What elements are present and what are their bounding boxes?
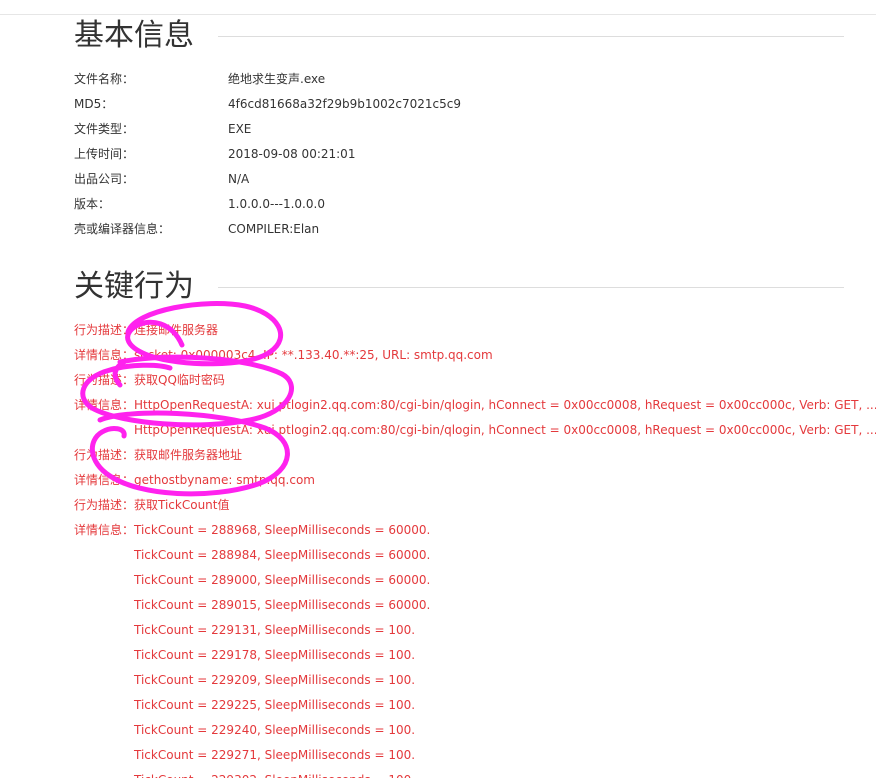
top-divider	[0, 14, 876, 15]
info-label: 壳或编译器信息：	[74, 222, 171, 236]
key-behavior-divider	[218, 287, 844, 288]
behavior-value: TickCount = 289000, SleepMilliseconds = …	[134, 573, 431, 587]
behavior-value: 获取TickCount值	[134, 498, 230, 512]
behavior-value: TickCount = 288968, SleepMilliseconds = …	[134, 523, 431, 537]
info-value: COMPILER:Elan	[228, 222, 320, 236]
basic-info-divider	[218, 36, 844, 37]
behavior-value: TickCount = 229178, SleepMilliseconds = …	[134, 648, 416, 662]
behavior-value: TickCount = 289015, SleepMilliseconds = …	[134, 598, 431, 612]
info-value: 1.0.0.0---1.0.0.0	[228, 197, 325, 211]
behavior-value: gethostbyname: smtp.qq.com	[134, 473, 315, 487]
behavior-label: 行为描述：	[74, 498, 135, 512]
info-value: 2018-09-08 00:21:01	[228, 147, 356, 161]
behavior-value: socket: 0x000003c4, IP: **.133.40.**:25,…	[134, 348, 493, 362]
behavior-label: 详情信息：	[74, 523, 135, 537]
info-value: N/A	[228, 172, 250, 186]
behavior-label: 行为描述：	[74, 373, 135, 387]
behavior-label: 详情信息：	[74, 348, 135, 362]
behavior-value: HttpOpenRequestA: xui.ptlogin2.qq.com:80…	[134, 423, 876, 437]
behavior-value: TickCount = 229240, SleepMilliseconds = …	[134, 723, 416, 737]
info-label: 上传时间：	[74, 147, 135, 161]
basic-info-title: 基本信息	[74, 18, 194, 53]
info-value: 绝地求生变声.exe	[228, 72, 326, 86]
behavior-label: 行为描述：	[74, 448, 135, 462]
info-label: 文件类型：	[74, 122, 135, 136]
info-label: MD5：	[74, 97, 114, 111]
behavior-value: TickCount = 229302, SleepMilliseconds = …	[134, 770, 415, 778]
behavior-value: HttpOpenRequestA: xui.ptlogin2.qq.com:80…	[134, 398, 876, 412]
report-page: 基本信息 文件名称： 绝地求生变声.exe MD5： 4f6cd81668a32…	[0, 0, 876, 778]
behavior-value: TickCount = 288984, SleepMilliseconds = …	[134, 548, 431, 562]
key-behavior-title: 关键行为	[74, 269, 194, 304]
behavior-value: TickCount = 229131, SleepMilliseconds = …	[134, 623, 416, 637]
behavior-label: 详情信息：	[74, 398, 135, 412]
behavior-label: 详情信息：	[74, 473, 135, 487]
info-value: 4f6cd81668a32f29b9b1002c7021c5c9	[228, 97, 462, 111]
behavior-value: 获取邮件服务器地址	[134, 448, 243, 462]
info-label: 文件名称：	[74, 72, 135, 86]
behavior-label: 行为描述：	[74, 323, 135, 337]
behavior-value: TickCount = 229271, SleepMilliseconds = …	[134, 748, 416, 762]
behavior-value: TickCount = 229209, SleepMilliseconds = …	[134, 673, 416, 687]
behavior-value: 连接邮件服务器	[134, 323, 219, 337]
behavior-value: TickCount = 229225, SleepMilliseconds = …	[134, 698, 416, 712]
info-label: 版本：	[74, 197, 111, 211]
info-label: 出品公司：	[74, 172, 135, 186]
info-value: EXE	[228, 122, 252, 136]
behavior-value: 获取QQ临时密码	[134, 373, 225, 387]
